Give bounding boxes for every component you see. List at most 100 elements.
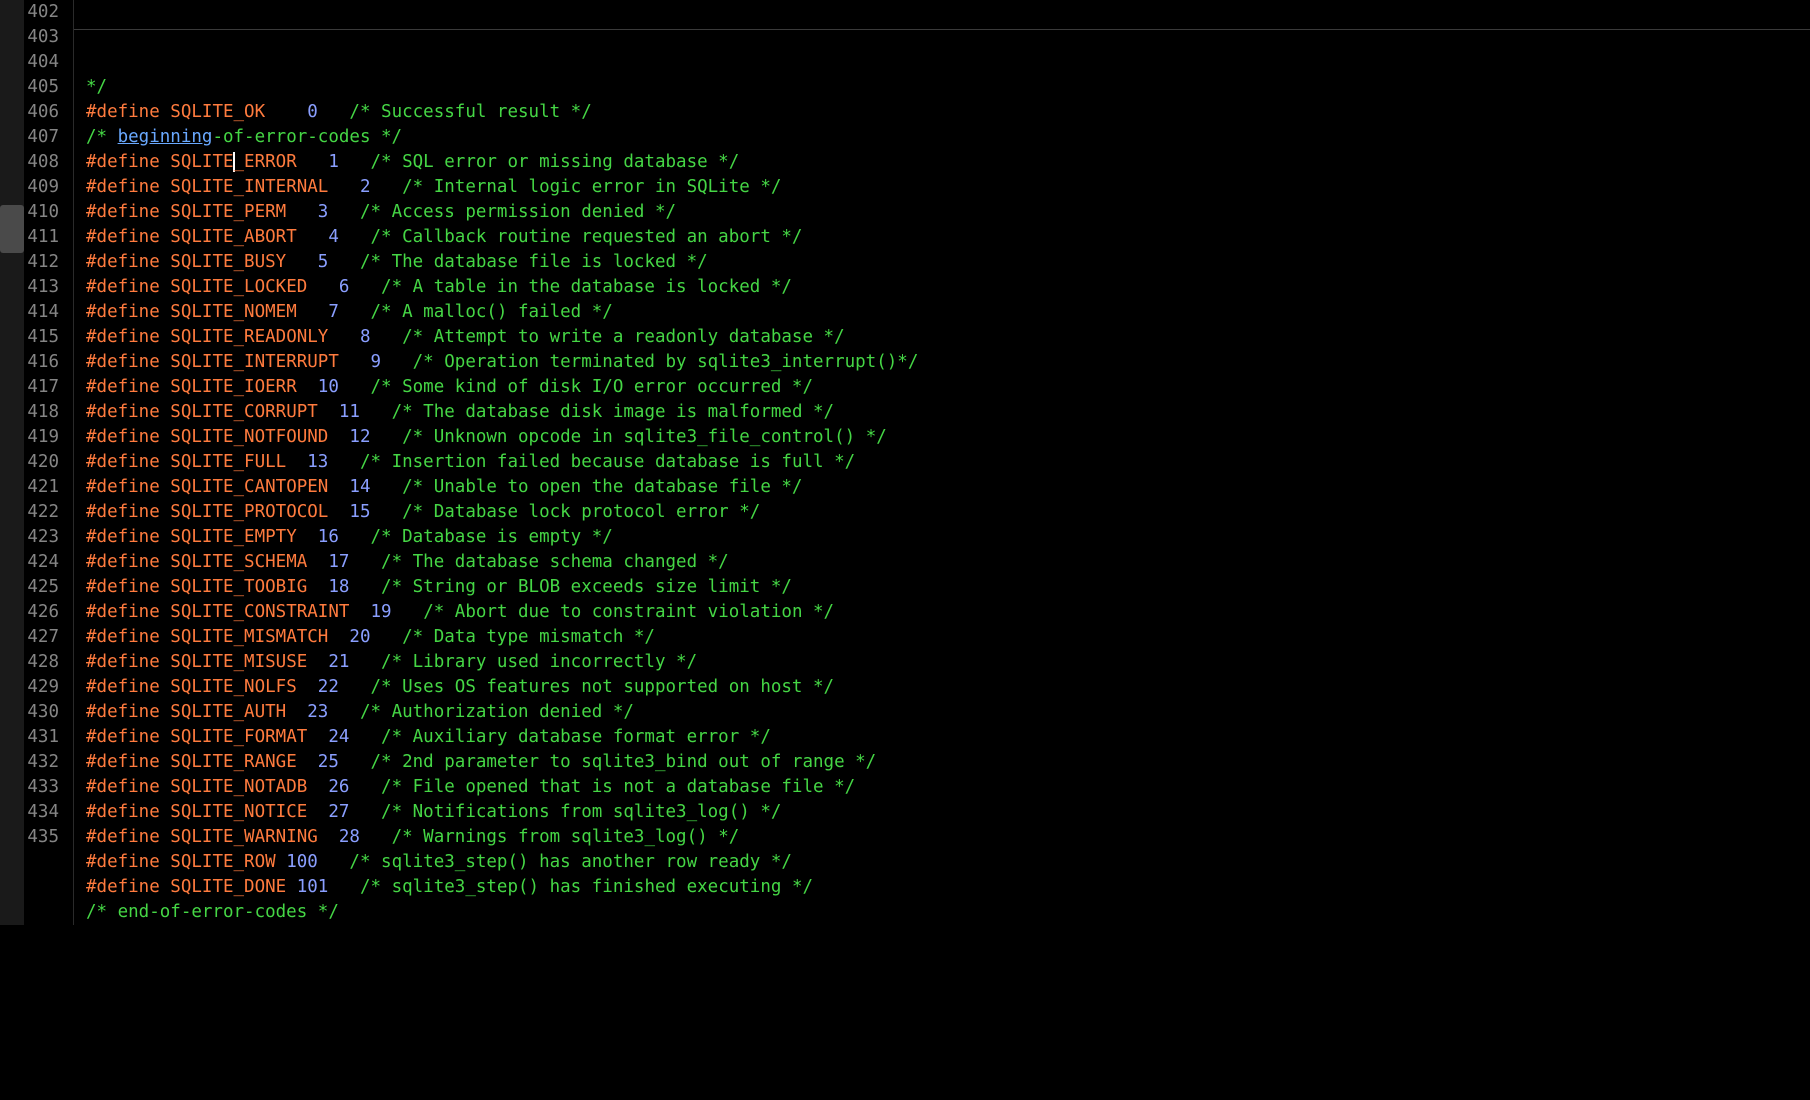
line-number[interactable]: 428 bbox=[24, 650, 59, 675]
code-line[interactable]: #define SQLITE_INTERRUPT 9 /* Operation … bbox=[86, 350, 1810, 375]
line-number[interactable]: 423 bbox=[24, 525, 59, 550]
line-number[interactable]: 422 bbox=[24, 500, 59, 525]
line-number[interactable]: 414 bbox=[24, 300, 59, 325]
code-line[interactable]: #define SQLITE_INTERNAL 2 /* Internal lo… bbox=[86, 175, 1810, 200]
line-number[interactable]: 403 bbox=[24, 25, 59, 50]
code-line[interactable]: #define SQLITE_FORMAT 24 /* Auxiliary da… bbox=[86, 725, 1810, 750]
spacing bbox=[349, 652, 381, 672]
macro-name: SQLITE_DONE bbox=[170, 877, 286, 897]
code-line[interactable]: #define SQLITE_OK 0 /* Successful result… bbox=[86, 100, 1810, 125]
line-number[interactable]: 406 bbox=[24, 100, 59, 125]
code-area[interactable]: */#define SQLITE_OK 0 /* Successful resu… bbox=[74, 0, 1810, 925]
preprocessor-directive: #define bbox=[86, 877, 170, 897]
code-line[interactable]: #define SQLITE_RANGE 25 /* 2nd parameter… bbox=[86, 750, 1810, 775]
line-number[interactable]: 431 bbox=[24, 725, 59, 750]
macro-name: SQLITE_ABORT bbox=[170, 227, 296, 247]
code-line[interactable]: #define SQLITE_CONSTRAINT 19 /* Abort du… bbox=[86, 600, 1810, 625]
line-number[interactable]: 430 bbox=[24, 700, 59, 725]
code-editor[interactable]: 4024034044054064074084094104114124134144… bbox=[0, 0, 1810, 925]
macro-name: SQLITE_PROTOCOL bbox=[170, 502, 328, 522]
code-line[interactable]: #define SQLITE_TOOBIG 18 /* String or BL… bbox=[86, 575, 1810, 600]
code-line[interactable]: #define SQLITE_DONE 101 /* sqlite3_step(… bbox=[86, 875, 1810, 900]
line-number[interactable]: 411 bbox=[24, 225, 59, 250]
code-line[interactable]: #define SQLITE_SCHEMA 17 /* The database… bbox=[86, 550, 1810, 575]
spacing bbox=[371, 502, 403, 522]
line-number[interactable]: 429 bbox=[24, 675, 59, 700]
line-number[interactable]: 435 bbox=[24, 825, 59, 850]
comment-text: /* Some kind of disk I/O error occurred … bbox=[371, 377, 814, 397]
code-line[interactable]: #define SQLITE_PROTOCOL 15 /* Database l… bbox=[86, 500, 1810, 525]
line-number[interactable]: 421 bbox=[24, 475, 59, 500]
spacing bbox=[349, 777, 381, 797]
preprocessor-directive: #define bbox=[86, 452, 170, 472]
code-line[interactable]: #define SQLITE_CORRUPT 11 /* The databas… bbox=[86, 400, 1810, 425]
preprocessor-directive: #define bbox=[86, 702, 170, 722]
code-line[interactable]: #define SQLITE_ABORT 4 /* Callback routi… bbox=[86, 225, 1810, 250]
code-line[interactable]: #define SQLITE_MISMATCH 20 /* Data type … bbox=[86, 625, 1810, 650]
code-line[interactable]: #define SQLITE_WARNING 28 /* Warnings fr… bbox=[86, 825, 1810, 850]
code-line[interactable]: /* end-of-error-codes */ bbox=[86, 900, 1810, 925]
line-number[interactable]: 409 bbox=[24, 175, 59, 200]
comment-text: /* Authorization denied */ bbox=[360, 702, 634, 722]
macro-value: 27 bbox=[307, 802, 349, 822]
line-number[interactable]: 427 bbox=[24, 625, 59, 650]
line-number[interactable]: 419 bbox=[24, 425, 59, 450]
comment-text: /* A malloc() failed */ bbox=[371, 302, 613, 322]
code-line[interactable]: #define SQLITE_FULL 13 /* Insertion fail… bbox=[86, 450, 1810, 475]
preprocessor-directive: #define bbox=[86, 377, 170, 397]
line-number[interactable]: 413 bbox=[24, 275, 59, 300]
line-number[interactable]: 416 bbox=[24, 350, 59, 375]
code-line[interactable]: #define SQLITE_AUTH 23 /* Authorization … bbox=[86, 700, 1810, 725]
comment-text: /* Abort due to constraint violation */ bbox=[423, 602, 834, 622]
macro-name: SQLITE_PERM bbox=[170, 202, 286, 222]
spacing bbox=[318, 102, 350, 122]
code-line[interactable]: #define SQLITE_LOCKED 6 /* A table in th… bbox=[86, 275, 1810, 300]
line-number[interactable]: 415 bbox=[24, 325, 59, 350]
scrollbar-margin[interactable] bbox=[0, 0, 24, 925]
code-line[interactable]: #define SQLITE_PERM 3 /* Access permissi… bbox=[86, 200, 1810, 225]
line-number[interactable]: 405 bbox=[24, 75, 59, 100]
scroll-thumb[interactable] bbox=[0, 205, 24, 253]
line-number[interactable]: 410 bbox=[24, 200, 59, 225]
line-number[interactable]: 402 bbox=[24, 0, 59, 25]
macro-name: SQLITE_READONLY bbox=[170, 327, 328, 347]
line-number[interactable]: 434 bbox=[24, 800, 59, 825]
macro-name: SQLITE bbox=[170, 152, 233, 172]
preprocessor-directive: #define bbox=[86, 277, 170, 297]
line-number[interactable]: 433 bbox=[24, 775, 59, 800]
code-line[interactable]: */ bbox=[86, 75, 1810, 100]
line-number[interactable]: 404 bbox=[24, 50, 59, 75]
preprocessor-directive: #define bbox=[86, 302, 170, 322]
comment-text: /* Data type mismatch */ bbox=[402, 627, 655, 647]
code-line[interactable]: #define SQLITE_NOLFS 22 /* Uses OS featu… bbox=[86, 675, 1810, 700]
code-line[interactable]: #define SQLITE_EMPTY 16 /* Database is e… bbox=[86, 525, 1810, 550]
code-line[interactable]: #define SQLITE_NOTADB 26 /* File opened … bbox=[86, 775, 1810, 800]
code-line[interactable]: #define SQLITE_ROW 100 /* sqlite3_step()… bbox=[86, 850, 1810, 875]
code-line[interactable]: #define SQLITE_MISUSE 21 /* Library used… bbox=[86, 650, 1810, 675]
line-number[interactable]: 432 bbox=[24, 750, 59, 775]
doc-link[interactable]: beginning bbox=[118, 127, 213, 147]
code-line[interactable]: #define SQLITE_ERROR 1 /* SQL error or m… bbox=[86, 150, 1810, 175]
line-number[interactable]: 417 bbox=[24, 375, 59, 400]
code-line[interactable]: /* beginning-of-error-codes */ bbox=[86, 125, 1810, 150]
line-number[interactable]: 407 bbox=[24, 125, 59, 150]
code-line[interactable]: #define SQLITE_IOERR 10 /* Some kind of … bbox=[86, 375, 1810, 400]
line-number[interactable]: 420 bbox=[24, 450, 59, 475]
code-line[interactable]: #define SQLITE_CANTOPEN 14 /* Unable to … bbox=[86, 475, 1810, 500]
code-line[interactable]: #define SQLITE_NOTFOUND 12 /* Unknown op… bbox=[86, 425, 1810, 450]
comment-text: /* Warnings from sqlite3_log() */ bbox=[392, 827, 740, 847]
comment-text: /* sqlite3_step() has another row ready … bbox=[349, 852, 792, 872]
code-line[interactable]: #define SQLITE_BUSY 5 /* The database fi… bbox=[86, 250, 1810, 275]
macro-name: SQLITE_FORMAT bbox=[170, 727, 307, 747]
line-number[interactable]: 418 bbox=[24, 400, 59, 425]
line-number[interactable]: 426 bbox=[24, 600, 59, 625]
line-number[interactable]: 412 bbox=[24, 250, 59, 275]
comment-text: /* The database file is locked */ bbox=[360, 252, 708, 272]
code-line[interactable]: #define SQLITE_NOMEM 7 /* A malloc() fai… bbox=[86, 300, 1810, 325]
code-line[interactable]: #define SQLITE_READONLY 8 /* Attempt to … bbox=[86, 325, 1810, 350]
line-number-gutter[interactable]: 4024034044054064074084094104114124134144… bbox=[24, 0, 74, 925]
line-number[interactable]: 408 bbox=[24, 150, 59, 175]
code-line[interactable]: #define SQLITE_NOTICE 27 /* Notification… bbox=[86, 800, 1810, 825]
line-number[interactable]: 425 bbox=[24, 575, 59, 600]
line-number[interactable]: 424 bbox=[24, 550, 59, 575]
